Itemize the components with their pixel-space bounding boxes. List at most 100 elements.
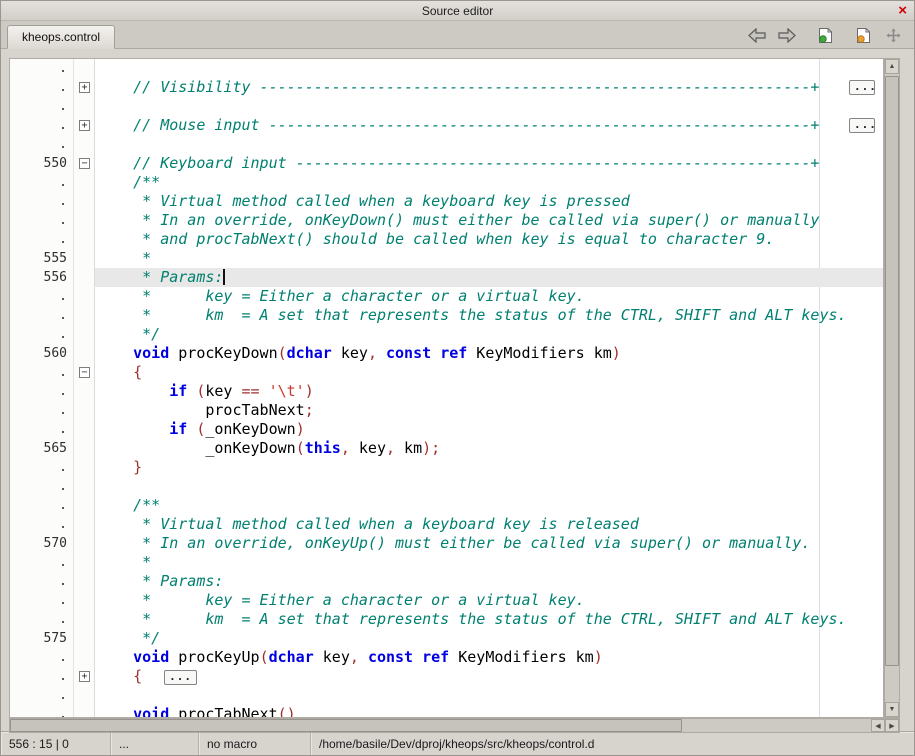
code-line[interactable]: . /** — [10, 173, 883, 192]
line-number: . — [10, 97, 74, 116]
code-line[interactable]: . — [10, 97, 883, 116]
code-line[interactable]: . * and procTabNext() should be called w… — [10, 230, 883, 249]
horizontal-scrollbar[interactable]: ◀ ▶ — [9, 718, 900, 733]
code-line[interactable]: . void procKeyUp(dchar key, const ref Ke… — [10, 648, 883, 667]
folded-ellipsis[interactable]: ... — [849, 80, 875, 95]
fold-gutter — [74, 192, 95, 211]
fold-gutter — [74, 420, 95, 439]
window-title: Source editor — [422, 4, 493, 18]
code-text: * km = A set that represents the status … — [95, 610, 883, 629]
fold-gutter — [74, 648, 95, 667]
fold-gutter — [74, 306, 95, 325]
fold-expand-icon[interactable]: + — [79, 120, 90, 131]
code-line[interactable]: 555 * — [10, 249, 883, 268]
code-line[interactable]: . — [10, 135, 883, 154]
tab-kheops-control[interactable]: kheops.control — [7, 25, 115, 49]
code-line[interactable]: . * — [10, 553, 883, 572]
line-number: 556 — [10, 268, 74, 287]
code-line[interactable]: .+ // Mouse input ----------------------… — [10, 116, 883, 135]
fold-gutter — [74, 59, 95, 78]
scroll-down-icon[interactable]: ▼ — [885, 702, 899, 717]
code-line[interactable]: . /** — [10, 496, 883, 515]
code-area[interactable]: ..+ // Visibility ----------------------… — [9, 58, 884, 718]
code-line[interactable]: . if (key == '\t') — [10, 382, 883, 401]
back-icon[interactable] — [746, 25, 768, 45]
fold-expand-icon[interactable]: + — [79, 671, 90, 682]
tab-bar: kheops.control — [1, 21, 914, 49]
new-doc-icon[interactable] — [814, 25, 836, 45]
code-line[interactable]: . * km = A set that represents the statu… — [10, 610, 883, 629]
code-line[interactable]: . procTabNext; — [10, 401, 883, 420]
scroll-right-icon[interactable]: ▶ — [885, 719, 899, 732]
line-number: . — [10, 287, 74, 306]
fold-expand-icon[interactable]: + — [79, 82, 90, 93]
fold-gutter — [74, 230, 95, 249]
fold-gutter — [74, 287, 95, 306]
hscroll-thumb[interactable] — [10, 719, 682, 732]
code-text: void procKeyUp(dchar key, const ref KeyM… — [95, 648, 883, 667]
line-number: . — [10, 230, 74, 249]
folded-ellipsis[interactable]: ... — [849, 118, 875, 133]
code-line[interactable]: . — [10, 59, 883, 78]
code-text: */ — [95, 325, 883, 344]
fold-collapse-icon[interactable]: − — [79, 158, 90, 169]
code-line[interactable]: . * In an override, onKeyDown() must eit… — [10, 211, 883, 230]
code-line[interactable]: .+ {... — [10, 667, 883, 686]
code-line[interactable]: 575 */ — [10, 629, 883, 648]
macro-status: no macro — [199, 732, 311, 755]
vscroll-thumb[interactable] — [885, 76, 899, 666]
source-editor-window: Source editor × kheops.control — [0, 0, 915, 756]
vscroll-track[interactable] — [885, 74, 899, 702]
code-line[interactable]: . } — [10, 458, 883, 477]
hscroll-track[interactable] — [10, 719, 871, 732]
code-text — [95, 135, 883, 154]
code-line[interactable]: .− { — [10, 363, 883, 382]
code-line[interactable]: 565 _onKeyDown(this, key, km); — [10, 439, 883, 458]
code-text: void procKeyDown(dchar key, const ref Ke… — [95, 344, 883, 363]
code-text: void procTabNext() — [95, 705, 883, 718]
code-line[interactable]: . * key = Either a character or a virtua… — [10, 287, 883, 306]
detach-icon[interactable] — [882, 25, 904, 45]
vertical-scrollbar[interactable]: ▲ ▼ — [884, 58, 900, 718]
folded-ellipsis[interactable]: ... — [164, 670, 197, 685]
code-line[interactable]: 550− // Keyboard input -----------------… — [10, 154, 883, 173]
code-line[interactable]: . — [10, 477, 883, 496]
fold-collapse-icon[interactable]: − — [79, 367, 90, 378]
text-caret — [223, 269, 225, 285]
code-line[interactable]: . */ — [10, 325, 883, 344]
fold-gutter: − — [74, 154, 95, 173]
line-number: . — [10, 116, 74, 135]
line-number: . — [10, 648, 74, 667]
code-text — [95, 59, 883, 78]
code-line[interactable]: . * Virtual method called when a keyboar… — [10, 515, 883, 534]
fold-gutter — [74, 173, 95, 192]
fold-gutter — [74, 515, 95, 534]
code-line[interactable]: . * Virtual method called when a keyboar… — [10, 192, 883, 211]
editor-toolbar — [738, 25, 904, 45]
fold-gutter — [74, 686, 95, 705]
line-number: . — [10, 192, 74, 211]
forward-icon[interactable] — [776, 25, 798, 45]
code-line[interactable]: . void procTabNext() — [10, 705, 883, 718]
code-line[interactable]: . * km = A set that represents the statu… — [10, 306, 883, 325]
scroll-up-icon[interactable]: ▲ — [885, 59, 899, 74]
code-line[interactable]: . * Params: — [10, 572, 883, 591]
code-line[interactable]: 570 * In an override, onKeyUp() must eit… — [10, 534, 883, 553]
save-doc-icon[interactable] — [852, 25, 874, 45]
status-panel-2: ... — [111, 732, 199, 755]
close-icon[interactable]: × — [898, 2, 907, 20]
code-text: {... — [95, 667, 883, 686]
code-line[interactable]: 560 void procKeyDown(dchar key, const re… — [10, 344, 883, 363]
line-number: . — [10, 591, 74, 610]
code-line[interactable]: . if (_onKeyDown) — [10, 420, 883, 439]
code-text: * key = Either a character or a virtual … — [95, 287, 883, 306]
scroll-left-icon[interactable]: ◀ — [871, 719, 885, 732]
fold-gutter — [74, 553, 95, 572]
code-line[interactable]: 556 * Params: — [10, 268, 883, 287]
line-number: . — [10, 572, 74, 591]
fold-gutter — [74, 344, 95, 363]
code-line[interactable]: .+ // Visibility -----------------------… — [10, 78, 883, 97]
caret-position: 556 : 15 | 0 — [1, 732, 111, 755]
code-line[interactable]: . — [10, 686, 883, 705]
code-line[interactable]: . * key = Either a character or a virtua… — [10, 591, 883, 610]
